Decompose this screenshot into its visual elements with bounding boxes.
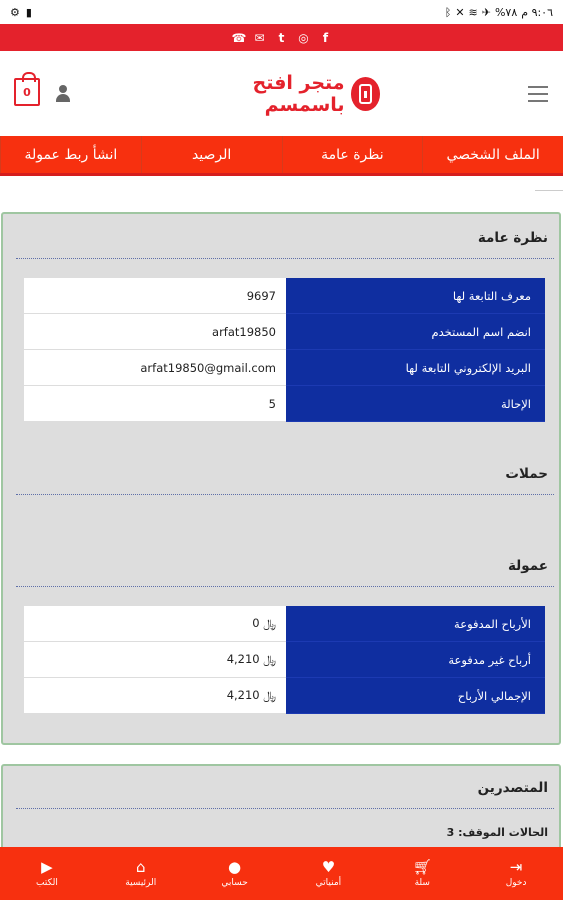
username-label: انضم اسم المستخدم (286, 314, 545, 350)
nav-books[interactable]: ▶ الكتب (0, 859, 94, 888)
bottom-navigation: ⇥ دخول 🛒︎ سلة ♥ أمنياتي ● حسابي ⌂ الرئيس… (0, 847, 563, 900)
email-value: arfat19850@gmail.com (24, 350, 286, 386)
referral-label: الإحالة (286, 386, 545, 422)
divider (535, 190, 563, 191)
paid-earnings-label: الأرباح المدفوعة (286, 606, 545, 642)
nav-books-label: الكتب (36, 878, 58, 888)
site-logo[interactable]: متجر افتح باسمسم (190, 72, 380, 116)
table-row: 9697 معرف التابعة لها (24, 278, 545, 314)
battery-status-icon: ▮ (25, 5, 32, 19)
table-row: 4,210 ﷼ أرباح غير مدفوعة (24, 642, 545, 678)
username-value: arfat19850 (24, 314, 286, 350)
referral-value: 5 (24, 386, 286, 422)
nav-account[interactable]: ● حسابي (188, 859, 282, 888)
wifi-icon: ≋ (468, 5, 478, 19)
status-time: ٩:٠٦ م (521, 5, 553, 19)
stopped-cases-label: الحالات الموقف: (458, 826, 548, 839)
site-header: 0 متجر افتح باسمسم (0, 51, 563, 136)
commission-title: عمولة (508, 558, 548, 574)
paid-earnings-value: 0 ﷼ (24, 606, 286, 642)
affiliate-overview-card: نظرة عامة 9697 معرف التابعة لها arfat198… (1, 212, 561, 745)
commission-table: 0 ﷼ الأرباح المدفوعة 4,210 ﷼ أرباح غير م… (24, 606, 545, 714)
tab-profile[interactable]: الملف الشخصي (422, 136, 563, 173)
instagram-icon[interactable]: ◎ (298, 31, 310, 45)
overview-title: نظرة عامة (477, 230, 548, 246)
tab-balance[interactable]: الرصيد (140, 136, 282, 173)
video-icon: ▶ (41, 858, 53, 876)
social-bar: ☎ ✉ t ◎ f (0, 24, 563, 51)
table-row: arfat19850@gmail.com البريد الإلكتروني ا… (24, 350, 545, 386)
settings-status-icon: ⚙ (10, 5, 20, 19)
commission-divider (16, 586, 554, 587)
cart-count: 0 (23, 85, 31, 99)
referrers-title: المتصدرين (477, 780, 548, 796)
table-row: 0 ﷼ الأرباح المدفوعة (24, 606, 545, 642)
status-battery: ٧٨% (494, 5, 518, 19)
logo-phone-icon (350, 77, 380, 111)
overview-divider (16, 258, 554, 259)
nav-account-label: حسابي (221, 878, 248, 888)
home-icon: ⌂ (136, 858, 146, 876)
campaigns-divider (16, 494, 554, 495)
nav-cart-label: سلة (414, 878, 430, 888)
heart-icon: ♥ (321, 858, 336, 876)
status-bar: ⚙ ▮ ٩:٠٦ م ٧٨% ✈ ≋ ✕ ᛒ (0, 0, 563, 24)
stopped-cases-value: 3 (446, 826, 455, 839)
cart-button[interactable]: 0 (14, 72, 40, 106)
mute-icon: ✕ (455, 5, 465, 19)
hamburger-menu-icon[interactable] (528, 86, 548, 102)
stopped-cases: الحالات الموقف: 3 (447, 826, 548, 839)
table-row: 5 الإحالة (24, 386, 545, 422)
bluetooth-icon: ᛒ (444, 5, 452, 19)
total-earnings-label: الإجمالي الأرباح (286, 678, 545, 714)
table-row: arfat19850 انضم اسم المستخدم (24, 314, 545, 350)
campaigns-title: حملات (505, 466, 548, 482)
nav-login-label: دخول (505, 878, 527, 888)
mail-icon[interactable]: ✉ (254, 31, 266, 45)
cart-icon: 🛒︎ (412, 858, 432, 876)
overview-table: 9697 معرف التابعة لها arfat19850 انضم اس… (24, 278, 545, 422)
airplane-icon: ✈ (481, 5, 491, 19)
nav-home-label: الرئيسية (125, 878, 157, 888)
status-right: ٩:٠٦ م ٧٨% ✈ ≋ ✕ ᛒ (445, 6, 553, 19)
unpaid-earnings-value: 4,210 ﷼ (24, 642, 286, 678)
nav-home[interactable]: ⌂ الرئيسية (94, 859, 188, 888)
tab-overview[interactable]: نظرة عامة (281, 136, 423, 173)
twitter-icon[interactable]: t (276, 31, 288, 45)
affiliate-id-label: معرف التابعة لها (286, 278, 545, 314)
unpaid-earnings-label: أرباح غير مدفوعة (286, 642, 545, 678)
table-row: 4,210 ﷼ الإجمالي الأرباح (24, 678, 545, 714)
tab-create-affiliate-link[interactable]: انشأ ربط عمولة (0, 136, 141, 173)
logo-text: متجر افتح باسمسم (252, 72, 345, 116)
login-icon: ⇥ (509, 858, 523, 876)
nav-wishlist[interactable]: ♥ أمنياتي (282, 859, 376, 888)
total-earnings-value: 4,210 ﷼ (24, 678, 286, 714)
affiliate-id-value: 9697 (24, 278, 286, 314)
facebook-icon[interactable]: f (320, 31, 332, 45)
account-icon[interactable] (55, 85, 71, 103)
account-tabs: الملف الشخصي نظرة عامة الرصيد انشأ ربط ع… (0, 136, 563, 176)
referrers-divider (16, 808, 554, 809)
status-left-icons: ⚙ ▮ (10, 6, 32, 19)
user-icon: ● (228, 858, 242, 876)
nav-login[interactable]: ⇥ دخول (469, 859, 563, 888)
nav-wishlist-label: أمنياتي (315, 878, 342, 888)
email-label: البريد الإلكتروني التابعة لها (286, 350, 545, 386)
nav-cart[interactable]: 🛒︎ سلة (375, 859, 469, 888)
phone-icon[interactable]: ☎ (232, 31, 247, 45)
